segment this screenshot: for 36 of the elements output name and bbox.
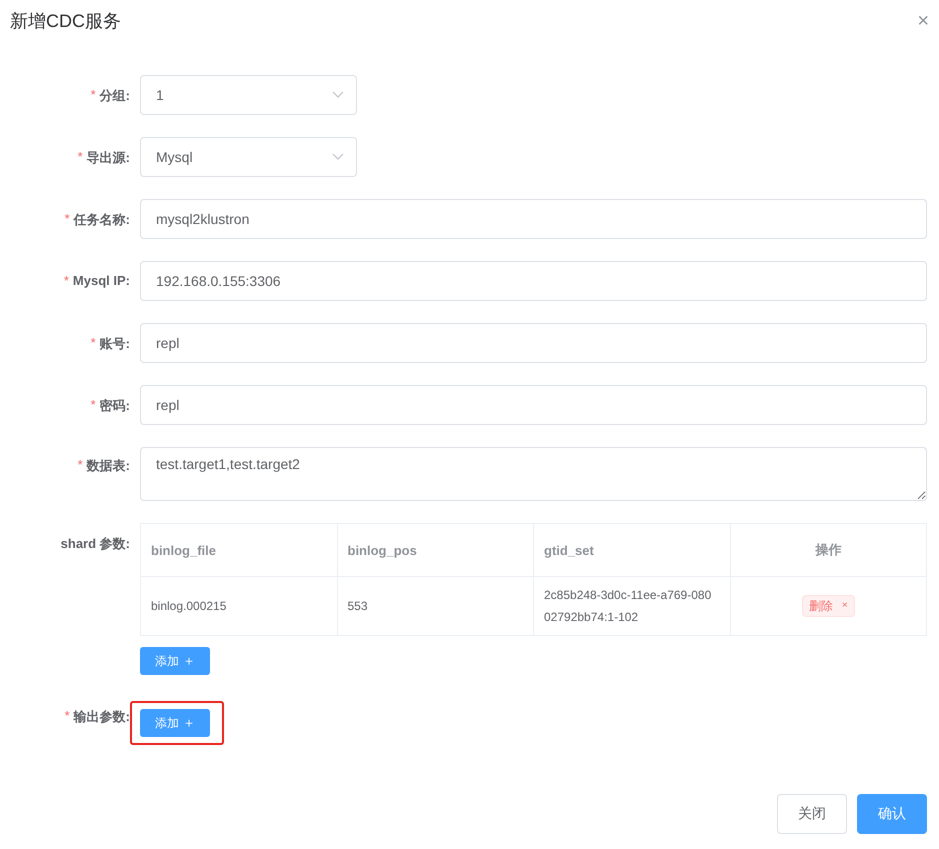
field-label: 分组:	[100, 87, 130, 105]
required-mark: *	[90, 335, 96, 350]
input-field[interactable]: mysql2klustron	[140, 199, 927, 239]
column-header: binlog_pos	[337, 524, 534, 576]
required-mark: *	[90, 397, 96, 412]
field-label: 密码:	[100, 397, 130, 415]
text-area[interactable]: test.target1,test.target2	[140, 447, 927, 501]
chevron-down-icon	[332, 91, 344, 99]
table-cell: 553	[337, 576, 534, 636]
required-mark: *	[64, 273, 69, 288]
select-field[interactable]: 1	[140, 75, 357, 115]
close-button[interactable]: ×	[917, 11, 929, 31]
column-header: binlog_file	[140, 524, 337, 576]
table-cell: binlog.000215	[140, 576, 337, 636]
field-label: shard 参数:	[60, 535, 130, 553]
required-mark: *	[64, 708, 70, 723]
close-dialog-button[interactable]: 关闭	[777, 794, 847, 834]
required-mark: *	[90, 87, 96, 102]
table-cell: 2c85b248-3d0c-11ee-a769-080 02792bb74:1-102	[534, 576, 730, 636]
field-label: 导出源:	[86, 149, 130, 167]
column-header: 操作	[730, 524, 926, 576]
field-label: 任务名称:	[74, 211, 130, 229]
field-label: 数据表:	[86, 457, 130, 475]
field-label: Mysql IP:	[72, 273, 130, 288]
required-mark: *	[78, 457, 83, 472]
field-label: 输出参数:	[74, 708, 130, 726]
column-header: gtid_set	[534, 524, 730, 576]
chevron-down-icon	[332, 153, 344, 161]
required-mark: *	[78, 149, 83, 164]
select-field[interactable]: Mysql	[140, 137, 357, 177]
input-field[interactable]: 192.168.0.155:3306	[140, 261, 927, 301]
input-field[interactable]: repl	[140, 385, 927, 425]
dialog-title: 新增CDC服务	[10, 10, 121, 33]
input-field[interactable]: repl	[140, 323, 927, 363]
required-mark: *	[64, 211, 70, 226]
field-label: 账号:	[100, 335, 130, 353]
